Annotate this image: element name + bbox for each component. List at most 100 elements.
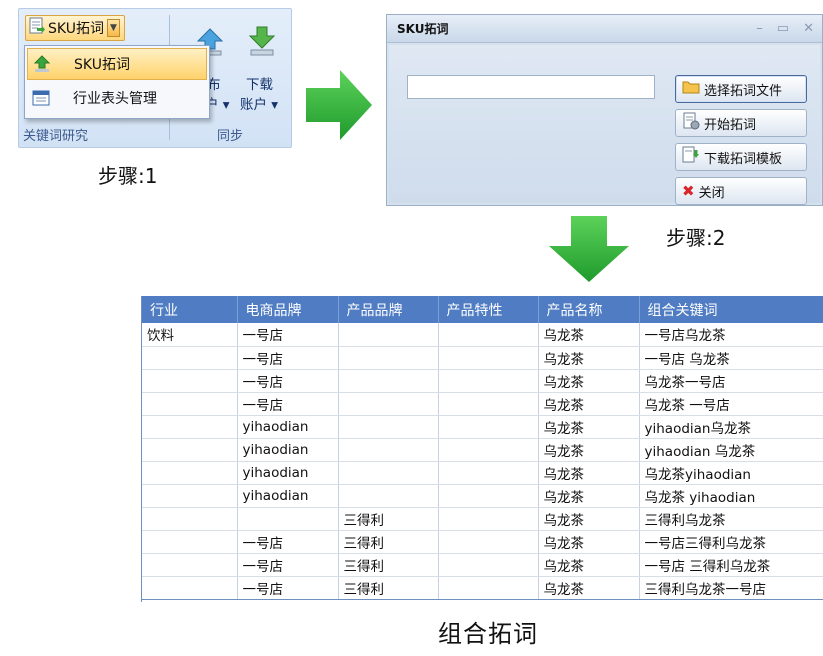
- table-cell: 三得利: [338, 507, 439, 531]
- chevron-down-icon[interactable]: ▼: [106, 19, 120, 37]
- minimize-icon[interactable]: –: [756, 21, 763, 36]
- menu-item-label: 行业表头管理: [73, 91, 157, 107]
- table-cell: 乌龙茶: [538, 438, 640, 462]
- column-header[interactable]: 产品品牌: [338, 296, 439, 323]
- close-icon[interactable]: ✕: [803, 21, 814, 36]
- download-arrow-icon[interactable]: [247, 25, 277, 61]
- table-cell: [438, 323, 539, 347]
- down-arrow-icon: [549, 216, 629, 286]
- column-header[interactable]: 组合关键词: [639, 296, 823, 323]
- table-cell: [338, 346, 439, 370]
- close-button[interactable]: ✖ 关闭: [675, 177, 807, 205]
- table-row[interactable]: 一号店 乌龙茶 乌龙茶 一号店: [142, 392, 823, 416]
- ribbon-group-keyword-research: 关键词研究: [23, 129, 89, 144]
- column-header[interactable]: 产品特性: [438, 296, 539, 323]
- table-row[interactable]: 一号店 三得利 乌龙茶 一号店三得利乌龙茶: [142, 530, 823, 554]
- table-cell: 一号店乌龙茶: [639, 323, 823, 347]
- table-cell: [438, 507, 539, 531]
- table-cell: [338, 461, 439, 485]
- button-label: 下载拓词模板: [704, 151, 783, 167]
- maximize-icon[interactable]: ▭: [777, 21, 789, 36]
- document-gear-icon: [682, 112, 700, 134]
- table-row[interactable]: 一号店 乌龙茶 一号店 乌龙茶: [142, 346, 823, 370]
- table-cell: [142, 461, 238, 485]
- download-account-label-1[interactable]: 下载: [246, 73, 273, 93]
- table-cell: 乌龙茶: [538, 553, 640, 577]
- window-controls: – ▭ ✕: [756, 21, 814, 36]
- table-cell: 一号店 乌龙茶: [639, 346, 823, 370]
- table-cell: 乌龙茶: [538, 507, 640, 531]
- table-cell: 乌龙茶: [538, 530, 640, 554]
- red-x-icon: ✖: [682, 182, 695, 200]
- table-row[interactable]: yihaodian 乌龙茶 乌龙茶yihaodian: [142, 461, 823, 485]
- table-cell: yihaodian: [237, 438, 339, 462]
- table-cell: 一号店三得利乌龙茶: [639, 530, 823, 554]
- dialog-body: 选择拓词文件 开始拓词 下载拓词模板 ✖ 关闭: [389, 45, 820, 205]
- table-cell: [142, 576, 238, 600]
- column-header[interactable]: 产品名称: [538, 296, 640, 323]
- table-cell: [237, 507, 339, 531]
- table-cell: [142, 507, 238, 531]
- sku-expand-button[interactable]: SKU拓词 ▼: [25, 15, 125, 41]
- table-cell: 乌龙茶yihaodian: [639, 461, 823, 485]
- table-cell: [438, 576, 539, 600]
- table-cell: 乌龙茶: [538, 323, 640, 347]
- table-cell: 乌龙茶: [538, 346, 640, 370]
- table-cell: 三得利: [338, 553, 439, 577]
- table-cell: [438, 530, 539, 554]
- menu-item-label: SKU拓词: [74, 57, 130, 73]
- table-cell: [142, 553, 238, 577]
- table-row[interactable]: 三得利 乌龙茶 三得利乌龙茶: [142, 507, 823, 531]
- table-row[interactable]: 一号店 三得利 乌龙茶 三得利乌龙茶一号店: [142, 576, 823, 600]
- document-download-icon: [682, 146, 700, 168]
- table-cell: 乌龙茶: [538, 576, 640, 600]
- select-file-button[interactable]: 选择拓词文件: [675, 75, 807, 103]
- table-cell: yihaodian 乌龙茶: [639, 438, 823, 462]
- table-cell: [142, 438, 238, 462]
- keyword-combination-table: 行业 电商品牌 产品品牌 产品特性 产品名称 组合关键词 饮料 一号店 乌龙茶 一号店…: [141, 296, 823, 602]
- button-label: 选择拓词文件: [704, 83, 783, 99]
- table-cell: [438, 369, 539, 393]
- table-cell: 乌龙茶 yihaodian: [639, 484, 823, 508]
- table-cell: 一号店 三得利乌龙茶: [639, 553, 823, 577]
- table-cell: 乌龙茶一号店: [639, 369, 823, 393]
- table-cell: 乌龙茶: [538, 484, 640, 508]
- table-cell: 一号店: [237, 576, 339, 600]
- column-header[interactable]: 行业: [142, 296, 238, 323]
- folder-icon: [682, 80, 700, 98]
- table-cell: [338, 369, 439, 393]
- table-row[interactable]: 饮料 一号店 乌龙茶 一号店乌龙茶: [142, 323, 823, 347]
- green-up-arrow-icon: [28, 55, 56, 73]
- table-cell: 乌龙茶 一号店: [639, 392, 823, 416]
- table-cell: [142, 369, 238, 393]
- table-row[interactable]: 一号店 三得利 乌龙茶 一号店 三得利乌龙茶: [142, 553, 823, 577]
- menu-item-industry-header[interactable]: 行业表头管理: [27, 82, 207, 114]
- menu-item-sku[interactable]: SKU拓词: [27, 48, 207, 80]
- sku-dropdown-menu: SKU拓词 行业表头管理: [24, 45, 210, 119]
- table-cell: [142, 392, 238, 416]
- table-cell: 一号店: [237, 530, 339, 554]
- start-expand-button[interactable]: 开始拓词: [675, 109, 807, 137]
- button-label: 关闭: [698, 185, 725, 201]
- download-account-label-2[interactable]: 账户 ▾: [240, 93, 278, 113]
- ribbon-group-sync: 同步: [217, 129, 244, 144]
- table-cell: yihaodian: [237, 415, 339, 439]
- table-cell: 三得利: [338, 576, 439, 600]
- column-header[interactable]: 电商品牌: [237, 296, 339, 323]
- table-header-row: 行业 电商品牌 产品品牌 产品特性 产品名称 组合关键词: [142, 296, 823, 323]
- table-cell: 乌龙茶: [538, 461, 640, 485]
- table-row[interactable]: 一号店 乌龙茶 乌龙茶一号店: [142, 369, 823, 393]
- table-cell: [142, 415, 238, 439]
- table-cell: 乌龙茶: [538, 415, 640, 439]
- table-cell: yihaodian: [237, 461, 339, 485]
- table-cell: 一号店: [237, 346, 339, 370]
- table-cell: [338, 438, 439, 462]
- button-label: 开始拓词: [704, 117, 757, 133]
- table-row[interactable]: yihaodian 乌龙茶 乌龙茶 yihaodian: [142, 484, 823, 508]
- download-template-button[interactable]: 下载拓词模板: [675, 143, 807, 171]
- file-path-input[interactable]: [407, 75, 655, 99]
- table-cell: [438, 415, 539, 439]
- table-cell: [142, 484, 238, 508]
- table-row[interactable]: yihaodian 乌龙茶 yihaodian 乌龙茶: [142, 438, 823, 462]
- table-row[interactable]: yihaodian 乌龙茶 yihaodian乌龙茶: [142, 415, 823, 439]
